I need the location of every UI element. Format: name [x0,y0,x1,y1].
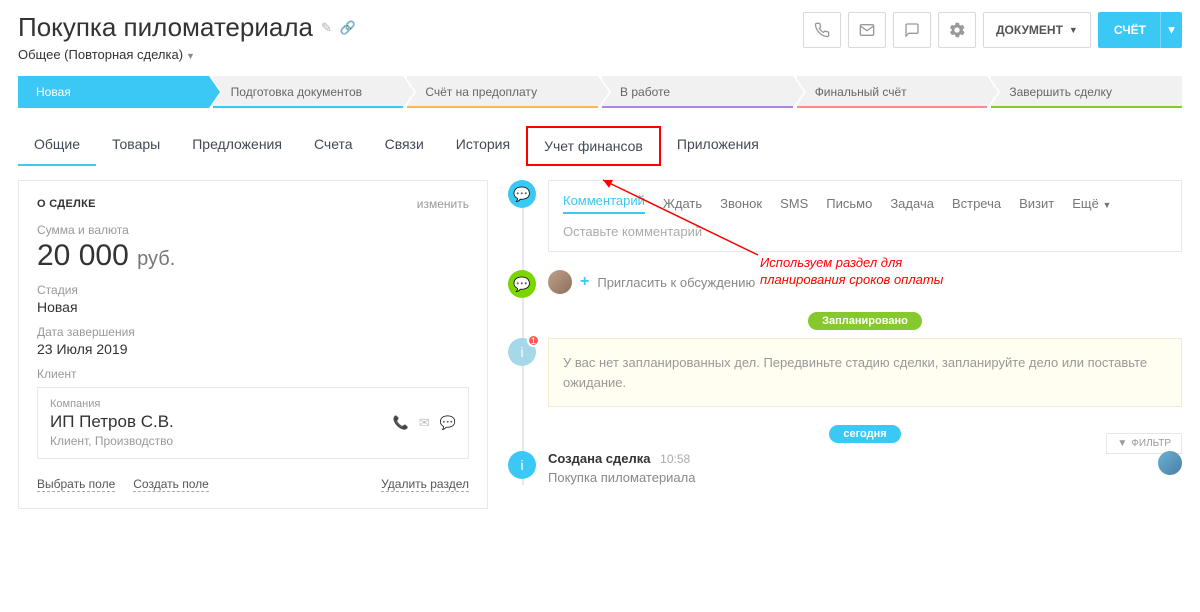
stage-item[interactable]: Завершить сделку [991,76,1182,108]
mail-button[interactable] [848,12,886,48]
deal-subtitle[interactable]: Общее (Повторная сделка)▼ [18,47,356,62]
comment-icon: 💬 [508,180,536,208]
client-mail-icon[interactable]: ✉ [419,415,430,431]
avatar [548,270,572,294]
comment-tab-SMS[interactable]: SMS [780,196,808,211]
edit-link[interactable]: изменить [417,197,469,211]
end-date-value: 23 Июля 2019 [37,341,469,357]
comment-box: Комментарий Ждать Звонок SMS Письмо Задача Вст… [548,180,1182,252]
stage-item[interactable]: Подготовка документов [213,76,404,108]
stage-item[interactable]: Новая [18,76,209,108]
client-label: Клиент [37,367,469,381]
comment-tab-more[interactable]: Ещё ▼ [1072,196,1111,211]
plus-icon[interactable]: + [580,273,589,291]
stage-value: Новая [37,299,469,315]
invite-icon: 💬 [508,270,536,298]
amount-label: Сумма и валюта [37,223,469,237]
card-title: О СДЕЛКЕ [37,198,96,210]
client-chat-icon[interactable]: 💬 [440,415,456,431]
link-icon[interactable]: 🔗 [340,20,356,36]
event-avatar [1158,451,1182,475]
comment-tab-Ждать[interactable]: Ждать [663,196,702,211]
end-date-label: Дата завершения [37,325,469,339]
invoice-button[interactable]: СЧЁТ [1098,12,1162,48]
stage-item[interactable]: В работе [602,76,793,108]
tab-Приложения[interactable]: Приложения [661,126,775,166]
event-title: Создана сделка [548,451,651,466]
event-time: 10:58 [660,452,690,466]
comment-tab-Комментарий[interactable]: Комментарий [563,193,645,214]
tabs: ОбщиеТоварыПредложенияСчетаСвязиИсторияУ… [0,126,1200,166]
tab-Товары[interactable]: Товары [96,126,176,166]
invoice-dropdown[interactable]: ▾ [1160,12,1182,48]
comment-tab-Визит[interactable]: Визит [1019,196,1054,211]
tab-Связи[interactable]: Связи [369,126,440,166]
tab-Счета[interactable]: Счета [298,126,369,166]
tab-Предложения[interactable]: Предложения [176,126,298,166]
comment-tab-Задача[interactable]: Задача [890,196,934,211]
phone-button[interactable] [803,12,841,48]
stage-item[interactable]: Финальный счёт [797,76,988,108]
document-button[interactable]: ДОКУМЕНТ ▼ [983,12,1091,48]
deal-card: О СДЕЛКЕ изменить Сумма и валюта 20 000 … [18,180,488,509]
pencil-icon[interactable]: ✎ [321,20,332,36]
comment-tab-Встреча[interactable]: Встреча [952,196,1001,211]
select-field-link[interactable]: Выбрать поле [37,477,115,492]
create-field-link[interactable]: Создать поле [133,477,209,492]
planned-pill: Запланировано [808,312,922,330]
annotation-text: Используем раздел для планирования сроко… [760,255,960,289]
info-icon: i1 [508,338,536,366]
stage-pipeline: НоваяПодготовка документовСчёт на предоп… [0,76,1200,108]
stage-item[interactable]: Счёт на предоплату [407,76,598,108]
comment-input[interactable]: Оставьте комментарий [563,224,1167,239]
planned-box: У вас нет запланированных дел. Передвинь… [548,338,1182,407]
tab-История[interactable]: История [440,126,526,166]
today-pill: сегодня [829,425,900,443]
tab-Общие[interactable]: Общие [18,126,96,166]
client-box[interactable]: Компания ИП Петров С.В. Клиент, Производ… [37,387,469,459]
tab-Учет финансов[interactable]: Учет финансов [526,126,661,166]
delete-section-link[interactable]: Удалить раздел [381,477,469,492]
event-info-icon: i [508,451,536,479]
client-phone-icon[interactable]: 📞 [393,415,409,431]
event-subtitle: Покупка пиломатериала [548,470,695,485]
stage-label: Стадия [37,283,469,297]
amount-value: 20 000 руб. [37,239,469,273]
comment-tab-Письмо[interactable]: Письмо [826,196,872,211]
chat-button[interactable] [893,12,931,48]
comment-tab-Звонок[interactable]: Звонок [720,196,762,211]
settings-button[interactable] [938,12,976,48]
client-sub: Клиент, Производство [50,434,456,448]
deal-title: Покупка пиломатериала [18,12,313,43]
